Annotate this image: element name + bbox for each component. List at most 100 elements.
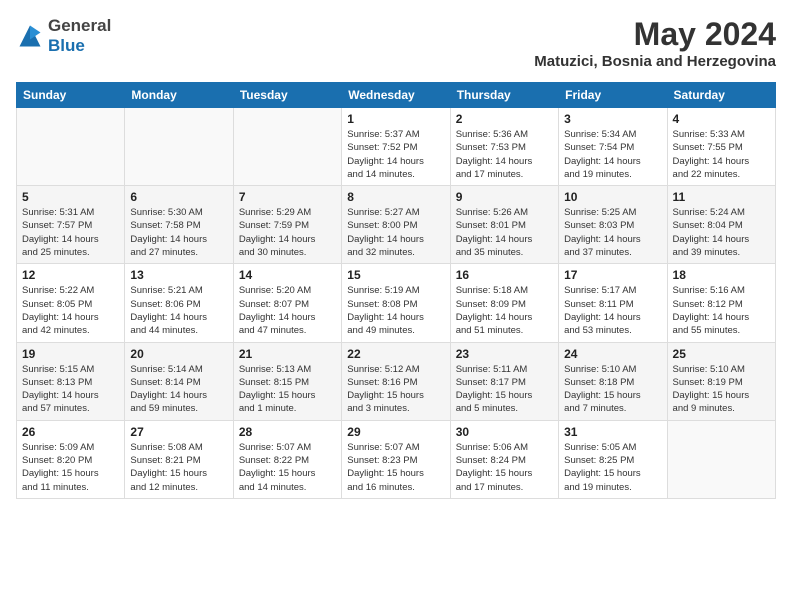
calendar-cell bbox=[233, 108, 341, 186]
logo: General Blue bbox=[16, 16, 111, 56]
calendar-cell: 22Sunrise: 5:12 AMSunset: 8:16 PMDayligh… bbox=[342, 342, 450, 420]
day-number: 26 bbox=[22, 425, 119, 439]
calendar-body: 1 Sunrise: 5:37 AMSunset: 7:52 PMDaylight… bbox=[17, 108, 776, 499]
calendar-cell: 23 Sunrise: 5:11 AMSunset: 8:17 PMDayligh… bbox=[450, 342, 558, 420]
calendar-cell: 16 Sunrise: 5:18 AMSunset: 8:09 PMDayligh… bbox=[450, 264, 558, 342]
logo-general: General bbox=[48, 16, 111, 35]
calendar-cell: 21Sunrise: 5:13 AMSunset: 8:15 PMDayligh… bbox=[233, 342, 341, 420]
day-info: Sunrise: 5:25 AMSunset: 8:03 PMDaylight:… bbox=[564, 206, 661, 259]
calendar-cell: 5Sunrise: 5:31 AMSunset: 7:57 PMDaylight… bbox=[17, 186, 125, 264]
title-block: May 2024 Matuzici, Bosnia and Herzegovin… bbox=[534, 16, 776, 70]
day-number: 20 bbox=[130, 347, 227, 361]
day-info: Sunrise: 5:14 AMSunset: 8:14 PMDaylight:… bbox=[130, 363, 227, 416]
calendar-cell: 3 Sunrise: 5:34 AMSunset: 7:54 PMDaylight… bbox=[559, 108, 667, 186]
calendar-cell: 27Sunrise: 5:08 AMSunset: 8:21 PMDayligh… bbox=[125, 420, 233, 498]
day-number: 10 bbox=[564, 190, 661, 204]
calendar-week-3: 12 Sunrise: 5:22 AMSunset: 8:05 PMDayligh… bbox=[17, 264, 776, 342]
calendar-cell: 25 Sunrise: 5:10 AMSunset: 8:19 PMDayligh… bbox=[667, 342, 775, 420]
day-info: Sunrise: 5:26 AMSunset: 8:01 PMDaylight:… bbox=[456, 206, 553, 259]
calendar-cell: 14 Sunrise: 5:20 AMSunset: 8:07 PMDayligh… bbox=[233, 264, 341, 342]
calendar-cell: 13Sunrise: 5:21 AMSunset: 8:06 PMDayligh… bbox=[125, 264, 233, 342]
calendar-cell: 4 Sunrise: 5:33 AMSunset: 7:55 PMDaylight… bbox=[667, 108, 775, 186]
day-info: Sunrise: 5:05 AMSunset: 8:25 PMDaylight:… bbox=[564, 441, 661, 494]
day-number: 11 bbox=[673, 190, 770, 204]
weekday-friday: Friday bbox=[559, 83, 667, 108]
calendar-cell: 20 Sunrise: 5:14 AMSunset: 8:14 PMDayligh… bbox=[125, 342, 233, 420]
day-info: Sunrise: 5:13 AMSunset: 8:15 PMDaylight:… bbox=[239, 363, 336, 416]
calendar-cell: 9Sunrise: 5:26 AMSunset: 8:01 PMDaylight… bbox=[450, 186, 558, 264]
calendar-cell: 11 Sunrise: 5:24 AMSunset: 8:04 PMDayligh… bbox=[667, 186, 775, 264]
day-number: 4 bbox=[673, 112, 770, 126]
day-info: Sunrise: 5:11 AMSunset: 8:17 PMDaylight:… bbox=[456, 363, 553, 416]
day-info: Sunrise: 5:22 AMSunset: 8:05 PMDaylight:… bbox=[22, 284, 119, 337]
day-number: 8 bbox=[347, 190, 444, 204]
weekday-saturday: Saturday bbox=[667, 83, 775, 108]
day-number: 28 bbox=[239, 425, 336, 439]
calendar-cell: 24Sunrise: 5:10 AMSunset: 8:18 PMDayligh… bbox=[559, 342, 667, 420]
day-info: Sunrise: 5:30 AMSunset: 7:58 PMDaylight:… bbox=[130, 206, 227, 259]
day-info: Sunrise: 5:36 AMSunset: 7:53 PMDaylight:… bbox=[456, 128, 553, 181]
calendar-cell: 19Sunrise: 5:15 AMSunset: 8:13 PMDayligh… bbox=[17, 342, 125, 420]
day-number: 16 bbox=[456, 268, 553, 282]
day-number: 25 bbox=[673, 347, 770, 361]
calendar-cell: 15 Sunrise: 5:19 AMSunset: 8:08 PMDayligh… bbox=[342, 264, 450, 342]
calendar-cell: 7 Sunrise: 5:29 AMSunset: 7:59 PMDaylight… bbox=[233, 186, 341, 264]
day-number: 27 bbox=[130, 425, 227, 439]
logo-blue: Blue bbox=[48, 36, 85, 55]
day-info: Sunrise: 5:09 AMSunset: 8:20 PMDaylight:… bbox=[22, 441, 119, 494]
day-info: Sunrise: 5:29 AMSunset: 7:59 PMDaylight:… bbox=[239, 206, 336, 259]
day-number: 18 bbox=[673, 268, 770, 282]
calendar-cell: 1 Sunrise: 5:37 AMSunset: 7:52 PMDaylight… bbox=[342, 108, 450, 186]
day-info: Sunrise: 5:10 AMSunset: 8:18 PMDaylight:… bbox=[564, 363, 661, 416]
calendar-cell: 30 Sunrise: 5:06 AMSunset: 8:24 PMDayligh… bbox=[450, 420, 558, 498]
calendar-cell: 17 Sunrise: 5:17 AMSunset: 8:11 PMDayligh… bbox=[559, 264, 667, 342]
calendar-cell: 26 Sunrise: 5:09 AMSunset: 8:20 PMDayligh… bbox=[17, 420, 125, 498]
day-info: Sunrise: 5:24 AMSunset: 8:04 PMDaylight:… bbox=[673, 206, 770, 259]
day-info: Sunrise: 5:34 AMSunset: 7:54 PMDaylight:… bbox=[564, 128, 661, 181]
calendar-header: SundayMondayTuesdayWednesdayThursdayFrid… bbox=[17, 83, 776, 108]
calendar-week-2: 5Sunrise: 5:31 AMSunset: 7:57 PMDaylight… bbox=[17, 186, 776, 264]
day-number: 15 bbox=[347, 268, 444, 282]
day-number: 17 bbox=[564, 268, 661, 282]
day-number: 7 bbox=[239, 190, 336, 204]
day-info: Sunrise: 5:10 AMSunset: 8:19 PMDaylight:… bbox=[673, 363, 770, 416]
calendar-week-5: 26 Sunrise: 5:09 AMSunset: 8:20 PMDayligh… bbox=[17, 420, 776, 498]
day-number: 3 bbox=[564, 112, 661, 126]
location-title: Matuzici, Bosnia and Herzegovina bbox=[534, 53, 776, 70]
day-number: 31 bbox=[564, 425, 661, 439]
day-info: Sunrise: 5:17 AMSunset: 8:11 PMDaylight:… bbox=[564, 284, 661, 337]
month-title: May 2024 bbox=[534, 16, 776, 53]
day-number: 5 bbox=[22, 190, 119, 204]
day-number: 1 bbox=[347, 112, 444, 126]
calendar-cell bbox=[17, 108, 125, 186]
day-info: Sunrise: 5:16 AMSunset: 8:12 PMDaylight:… bbox=[673, 284, 770, 337]
calendar-cell bbox=[667, 420, 775, 498]
day-info: Sunrise: 5:33 AMSunset: 7:55 PMDaylight:… bbox=[673, 128, 770, 181]
weekday-wednesday: Wednesday bbox=[342, 83, 450, 108]
calendar-cell bbox=[125, 108, 233, 186]
day-number: 23 bbox=[456, 347, 553, 361]
day-info: Sunrise: 5:27 AMSunset: 8:00 PMDaylight:… bbox=[347, 206, 444, 259]
day-number: 12 bbox=[22, 268, 119, 282]
calendar-cell: 28Sunrise: 5:07 AMSunset: 8:22 PMDayligh… bbox=[233, 420, 341, 498]
day-number: 6 bbox=[130, 190, 227, 204]
day-info: Sunrise: 5:15 AMSunset: 8:13 PMDaylight:… bbox=[22, 363, 119, 416]
calendar-week-1: 1 Sunrise: 5:37 AMSunset: 7:52 PMDaylight… bbox=[17, 108, 776, 186]
calendar-cell: 8 Sunrise: 5:27 AMSunset: 8:00 PMDaylight… bbox=[342, 186, 450, 264]
page-header: General Blue May 2024 Matuzici, Bosnia a… bbox=[16, 16, 776, 70]
day-info: Sunrise: 5:37 AMSunset: 7:52 PMDaylight:… bbox=[347, 128, 444, 181]
weekday-monday: Monday bbox=[125, 83, 233, 108]
calendar-cell: 2Sunrise: 5:36 AMSunset: 7:53 PMDaylight… bbox=[450, 108, 558, 186]
calendar-table: SundayMondayTuesdayWednesdayThursdayFrid… bbox=[16, 82, 776, 499]
calendar-cell: 10 Sunrise: 5:25 AMSunset: 8:03 PMDayligh… bbox=[559, 186, 667, 264]
day-number: 13 bbox=[130, 268, 227, 282]
day-info: Sunrise: 5:18 AMSunset: 8:09 PMDaylight:… bbox=[456, 284, 553, 337]
day-number: 14 bbox=[239, 268, 336, 282]
logo-icon bbox=[16, 22, 44, 50]
day-number: 30 bbox=[456, 425, 553, 439]
day-info: Sunrise: 5:20 AMSunset: 8:07 PMDaylight:… bbox=[239, 284, 336, 337]
day-info: Sunrise: 5:07 AMSunset: 8:23 PMDaylight:… bbox=[347, 441, 444, 494]
day-info: Sunrise: 5:12 AMSunset: 8:16 PMDaylight:… bbox=[347, 363, 444, 416]
day-info: Sunrise: 5:06 AMSunset: 8:24 PMDaylight:… bbox=[456, 441, 553, 494]
day-info: Sunrise: 5:19 AMSunset: 8:08 PMDaylight:… bbox=[347, 284, 444, 337]
